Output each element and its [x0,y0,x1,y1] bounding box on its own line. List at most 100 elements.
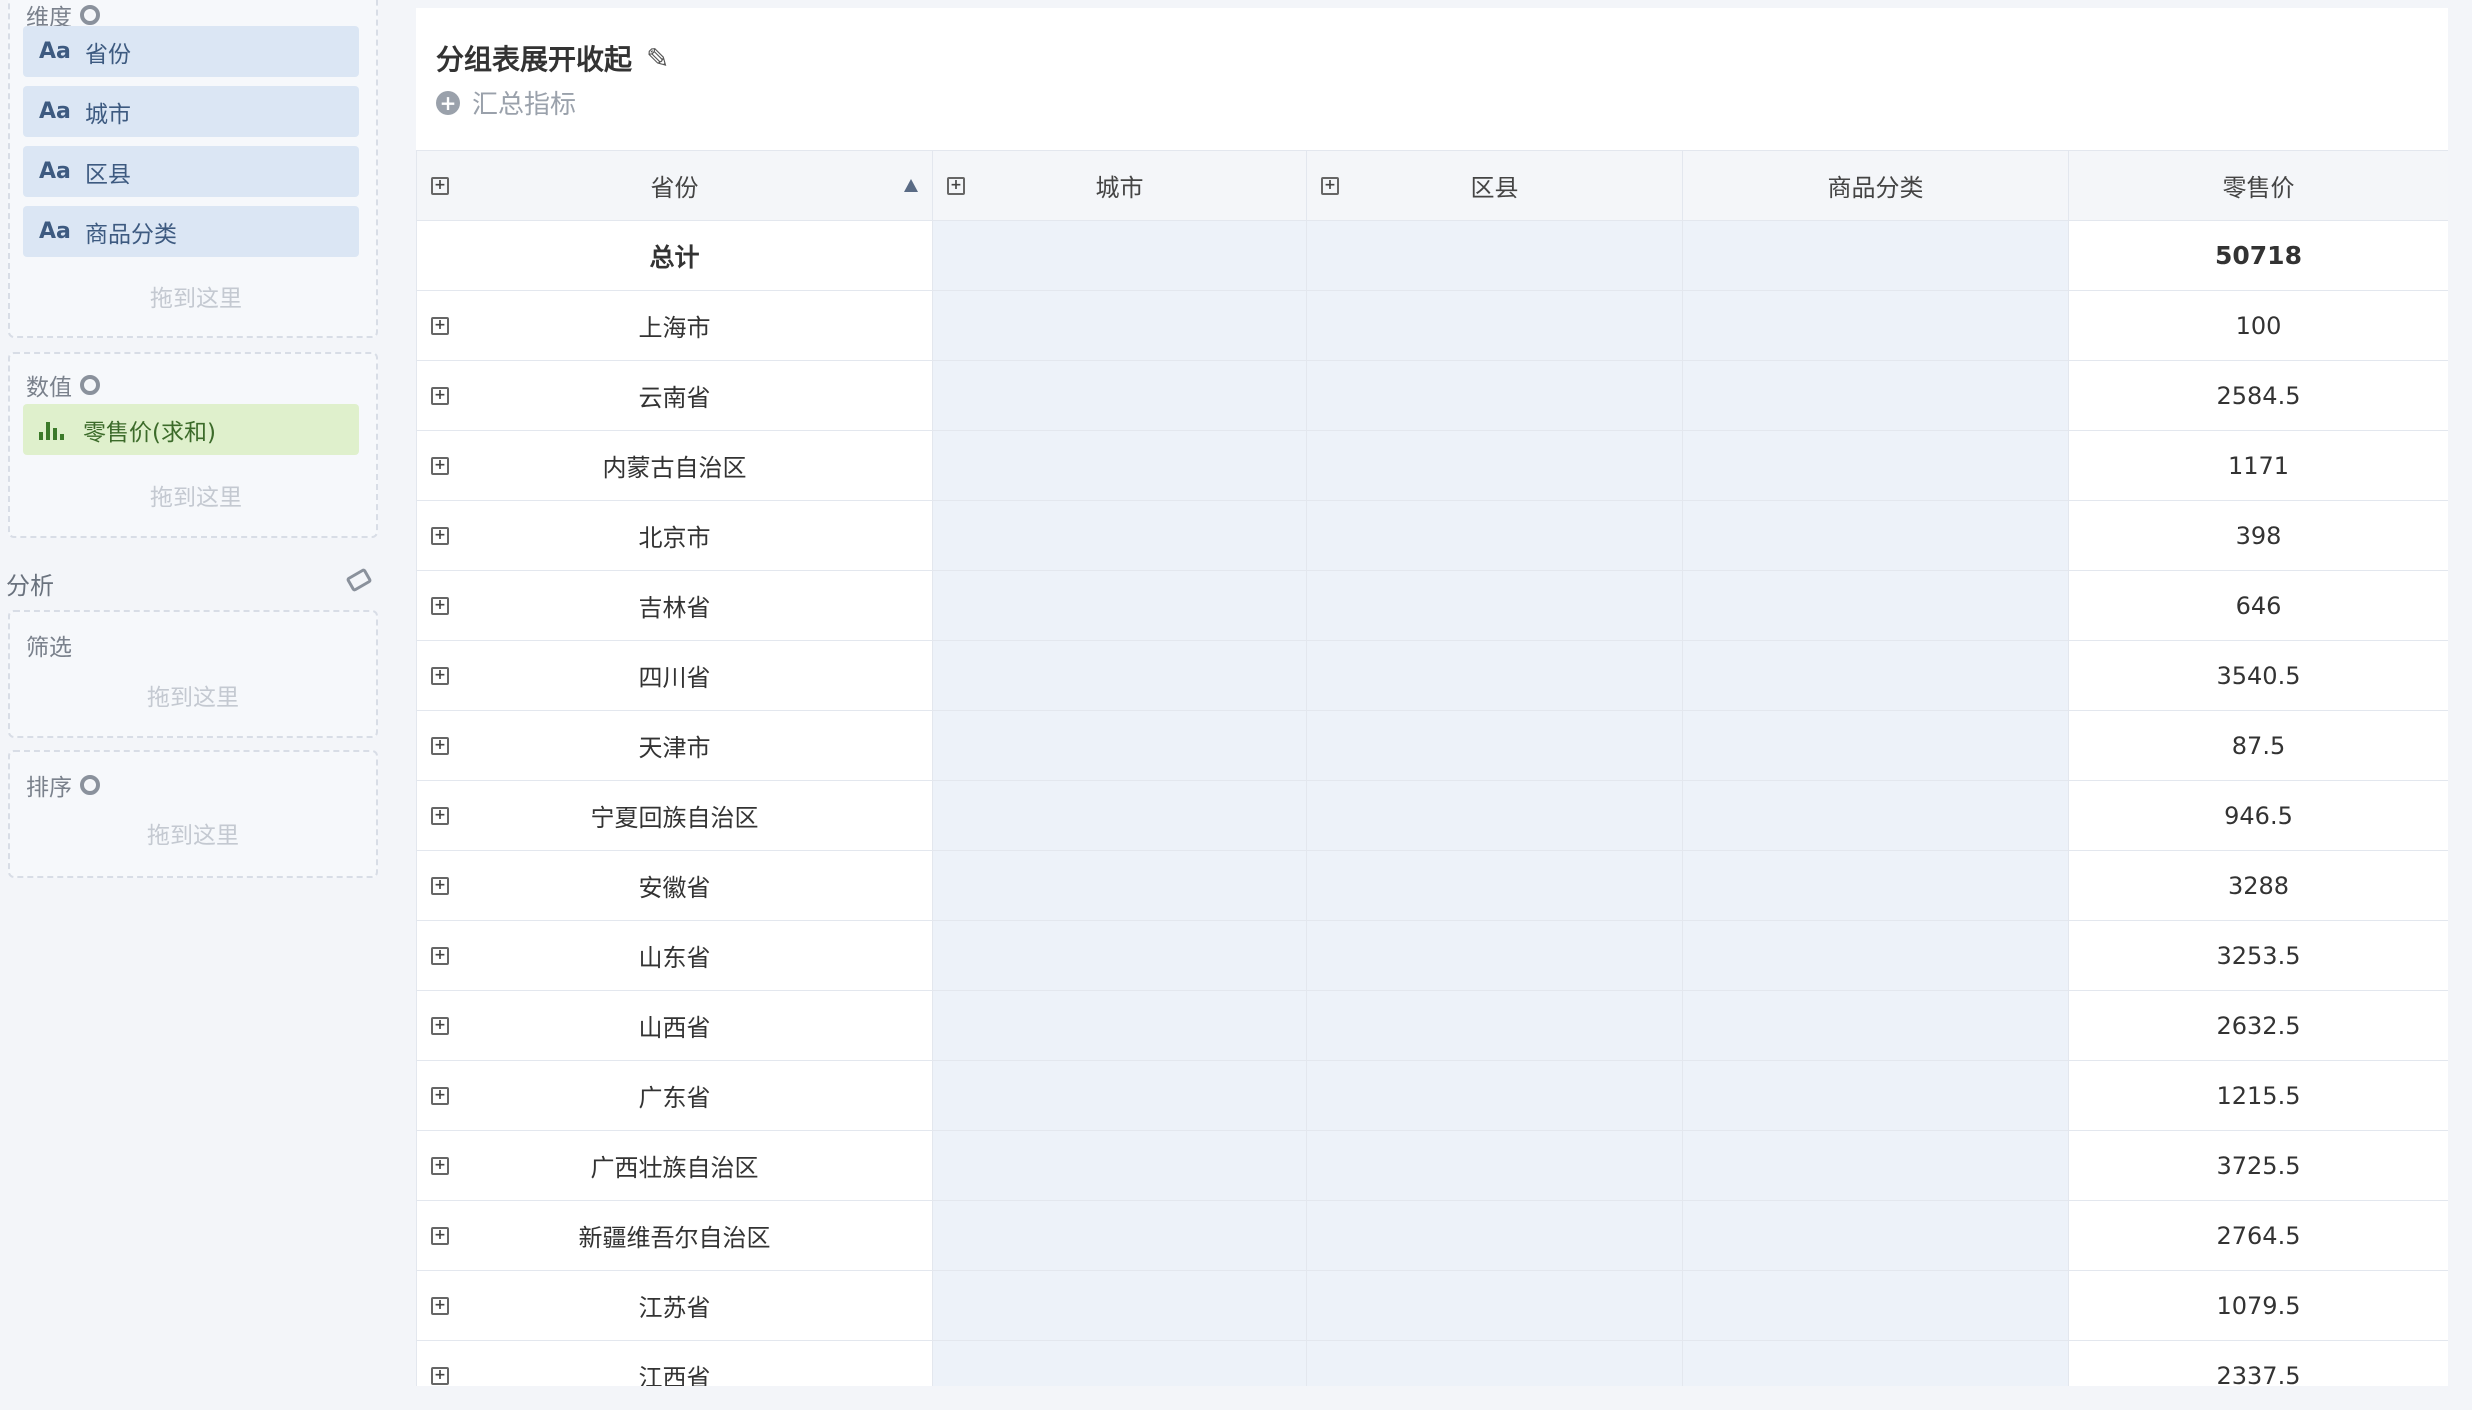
field-label: 区县 [85,161,131,188]
report-title: 分组表展开收起 [436,43,633,76]
report-card: 分组表展开收起 ✎ + 汇总指标 + 省份 + 城市 + 区县 商品分类 零售价… [416,8,2448,1386]
value-cell: 946.5 [2068,780,2448,851]
table-cell [932,1270,1307,1341]
gear-icon[interactable] [80,375,100,395]
config-panel: 维度 Aa 省份 Aa 城市 Aa 区县 Aa 商品分类 拖到这里 数值 零售价… [0,0,392,1410]
expand-icon[interactable]: + [431,1156,449,1175]
province-label: 新疆维吾尔自治区 [578,1224,771,1252]
column-header-city[interactable]: + 城市 [932,150,1307,221]
gear-icon[interactable] [80,775,100,795]
expand-icon[interactable]: + [431,1016,449,1035]
table-cell [1306,360,1683,431]
retail-price-value: 1171 [2227,451,2290,480]
expand-icon[interactable]: + [431,1086,449,1105]
expand-icon[interactable]: + [431,176,449,195]
dimension-field-district[interactable]: Aa 区县 [23,146,359,197]
table-cell [1306,990,1683,1061]
expand-icon[interactable]: + [431,876,449,895]
column-header-province[interactable]: + 省份 [416,150,933,221]
expand-icon[interactable]: + [431,666,449,685]
measure-field-retail-price[interactable]: 零售价(求和) [23,404,359,455]
table-row: + 内蒙古自治区 1171 [416,430,2448,501]
expand-icon[interactable]: + [1321,176,1339,195]
province-cell[interactable]: + 江西省 [416,1340,933,1386]
text-type-icon: Aa [39,159,71,184]
table-cell [1306,640,1683,711]
column-header-category[interactable]: 商品分类 [1682,150,2069,221]
table-cell [1306,1200,1683,1271]
province-label: 云南省 [638,384,711,412]
table-cell [1306,1270,1683,1341]
province-cell[interactable]: + 上海市 [416,290,933,361]
expand-icon[interactable]: + [431,526,449,545]
table-row: + 新疆维吾尔自治区 2764.5 [416,1200,2448,1271]
expand-icon[interactable]: + [431,1366,449,1385]
province-cell[interactable]: + 天津市 [416,710,933,781]
province-cell[interactable]: + 广东省 [416,1060,933,1131]
dimension-field-province[interactable]: Aa 省份 [23,26,359,77]
expand-icon[interactable]: + [431,596,449,615]
table-cell [932,1340,1307,1386]
field-label: 零售价(求和) [83,419,216,446]
value-cell: 2632.5 [2068,990,2448,1061]
province-label: 四川省 [638,664,711,692]
table-row: + 山西省 2632.5 [416,990,2448,1061]
column-header-district[interactable]: + 区县 [1306,150,1683,221]
table-cell [1682,990,2069,1061]
column-header-label: 城市 [1095,174,1144,202]
province-cell[interactable]: + 广西壮族自治区 [416,1130,933,1201]
expand-icon[interactable]: + [431,1296,449,1315]
sort-ascending-icon[interactable] [904,178,918,192]
province-label: 吉林省 [638,594,711,622]
dimension-field-city[interactable]: Aa 城市 [23,86,359,137]
province-cell[interactable]: + 北京市 [416,500,933,571]
table-cell [932,360,1307,431]
province-cell[interactable]: + 新疆维吾尔自治区 [416,1200,933,1271]
expand-icon[interactable]: + [431,736,449,755]
table-cell [1682,360,2069,431]
expand-icon[interactable]: + [431,806,449,825]
value-cell: 3253.5 [2068,920,2448,991]
expand-icon[interactable]: + [431,456,449,475]
table-cell [932,220,1307,291]
value-cell: 646 [2068,570,2448,641]
filter-drop-zone[interactable]: 筛选 拖到这里 [8,610,378,738]
text-type-icon: Aa [39,219,71,244]
retail-price-value: 3540.5 [2216,661,2301,690]
expand-icon[interactable]: + [431,946,449,965]
table-row: + 江苏省 1079.5 [416,1270,2448,1341]
filter-title: 筛选 [26,635,72,661]
province-cell[interactable]: + 吉林省 [416,570,933,641]
province-cell[interactable]: + 江苏省 [416,1270,933,1341]
expand-icon[interactable]: + [947,176,965,195]
province-cell[interactable]: + 云南省 [416,360,933,431]
province-cell[interactable]: + 山西省 [416,990,933,1061]
table-row: + 安徽省 3288 [416,850,2448,921]
table-row: + 广西壮族自治区 3725.5 [416,1130,2448,1201]
measure-header: 数值 [26,368,100,402]
expand-icon[interactable]: + [431,386,449,405]
expand-icon[interactable]: + [431,316,449,335]
total-label: 总计 [649,242,700,272]
table-cell [932,850,1307,921]
table-cell [1682,1270,2069,1341]
province-label: 江苏省 [638,1294,711,1322]
add-metric-button[interactable]: + 汇总指标 [436,84,576,121]
retail-price-value: 646 [2235,591,2282,620]
province-cell[interactable]: + 四川省 [416,640,933,711]
table-cell [1682,850,2069,921]
province-cell[interactable]: + 宁夏回族自治区 [416,780,933,851]
retail-price-value: 2337.5 [2216,1361,2301,1387]
value-cell: 1171 [2068,430,2448,501]
column-header-retail-price[interactable]: 零售价 [2068,150,2448,221]
dimension-field-category[interactable]: Aa 商品分类 [23,206,359,257]
sort-drop-zone[interactable]: 排序 拖到这里 [8,750,378,878]
province-cell[interactable]: + 安徽省 [416,850,933,921]
data-table: + 省份 + 城市 + 区县 商品分类 零售价 总计 50718 + 上海市 1… [416,150,2448,1386]
province-cell[interactable]: + 山东省 [416,920,933,991]
gear-icon[interactable] [80,5,100,25]
pencil-icon[interactable]: ✎ [646,42,669,75]
expand-icon[interactable]: + [431,1226,449,1245]
province-cell[interactable]: + 内蒙古自治区 [416,430,933,501]
text-type-icon: Aa [39,39,71,64]
